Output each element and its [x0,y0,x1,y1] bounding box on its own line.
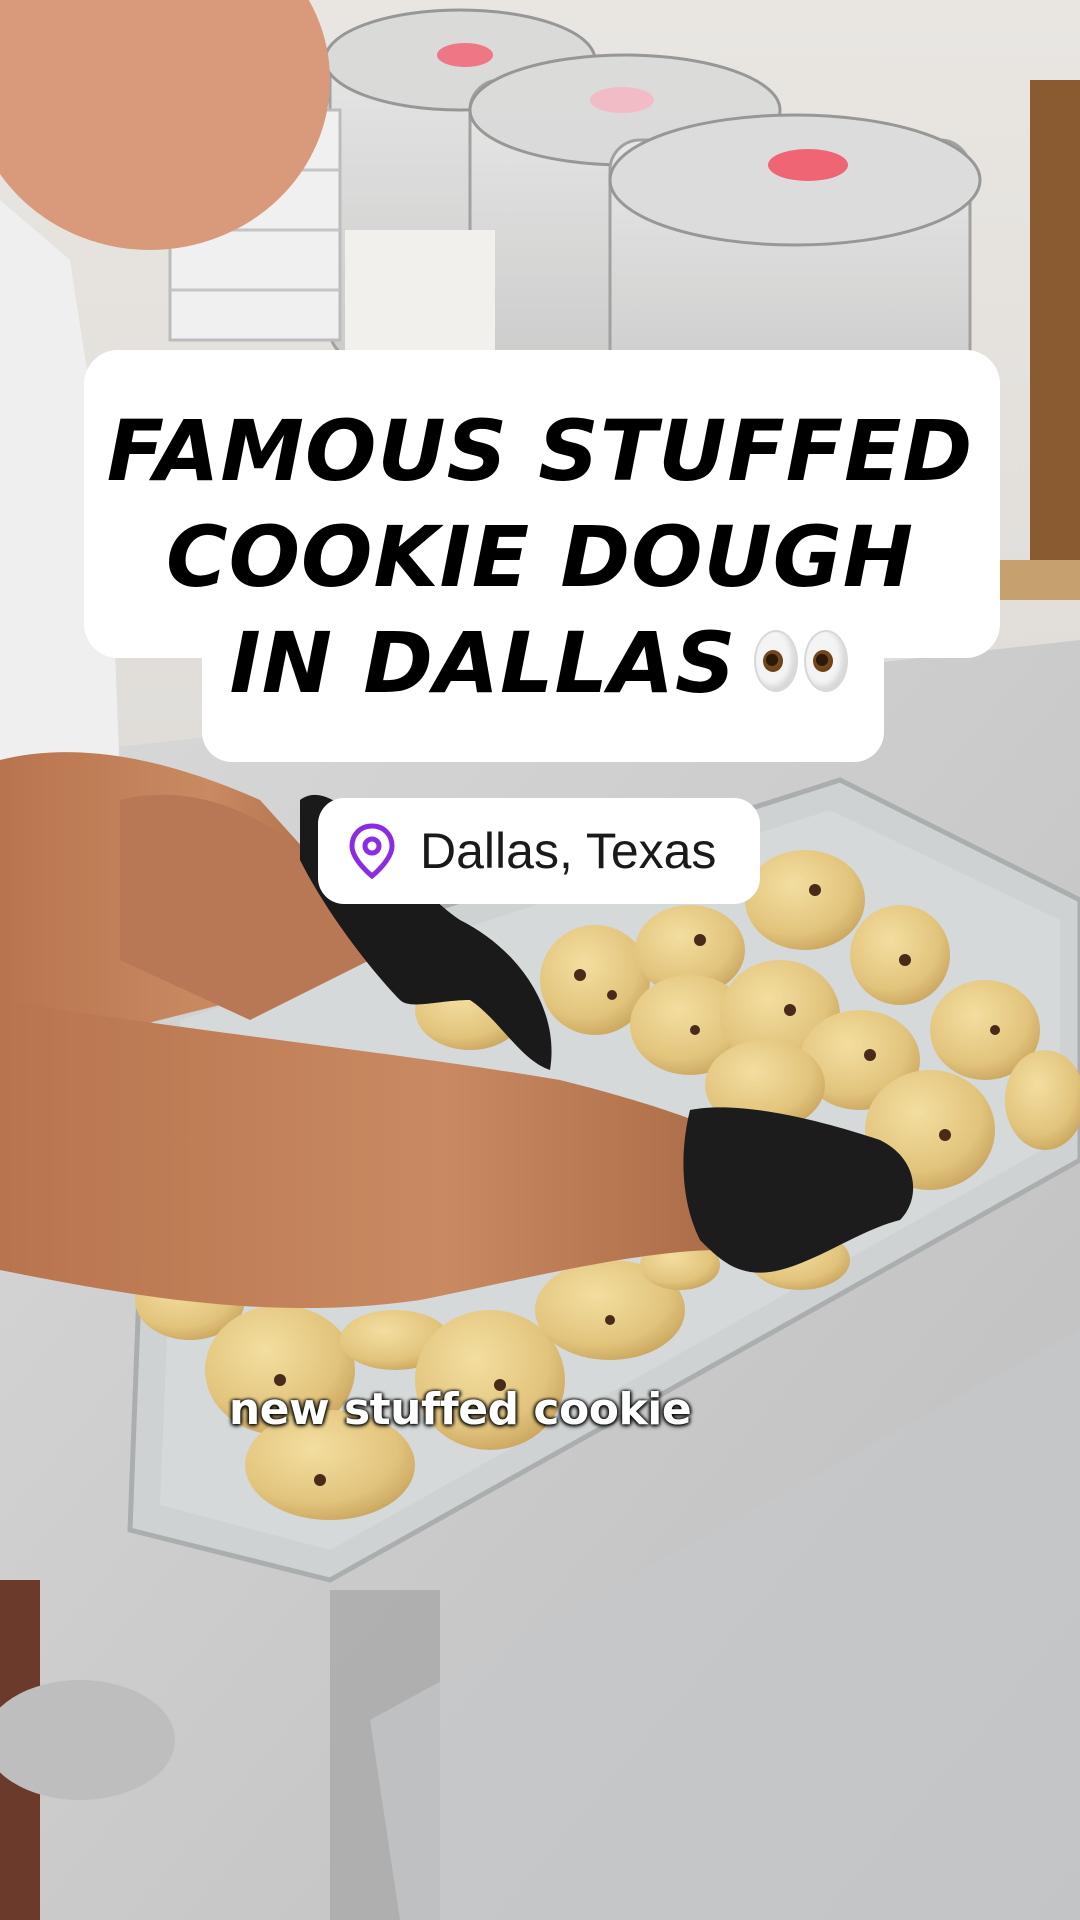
location-tag[interactable]: Dallas, Texas [318,798,760,904]
eye-left-icon [753,630,798,693]
title-caption: FAMOUS STUFFED COOKIE DOUGH IN DALLAS [0,0,1080,800]
title-line-3: IN DALLAS [0,614,1080,718]
location-pin-icon [349,823,395,879]
eye-right-icon [803,630,848,693]
video-subtitle: new stuffed cookie [228,1384,692,1435]
title-line-3-text: IN DALLAS [229,614,737,712]
eyes-emoji-icon [751,614,851,712]
location-label: Dallas, Texas [420,823,717,879]
title-line-2: COOKIE DOUGH [165,508,915,606]
title-line-1: FAMOUS STUFFED [106,402,974,500]
